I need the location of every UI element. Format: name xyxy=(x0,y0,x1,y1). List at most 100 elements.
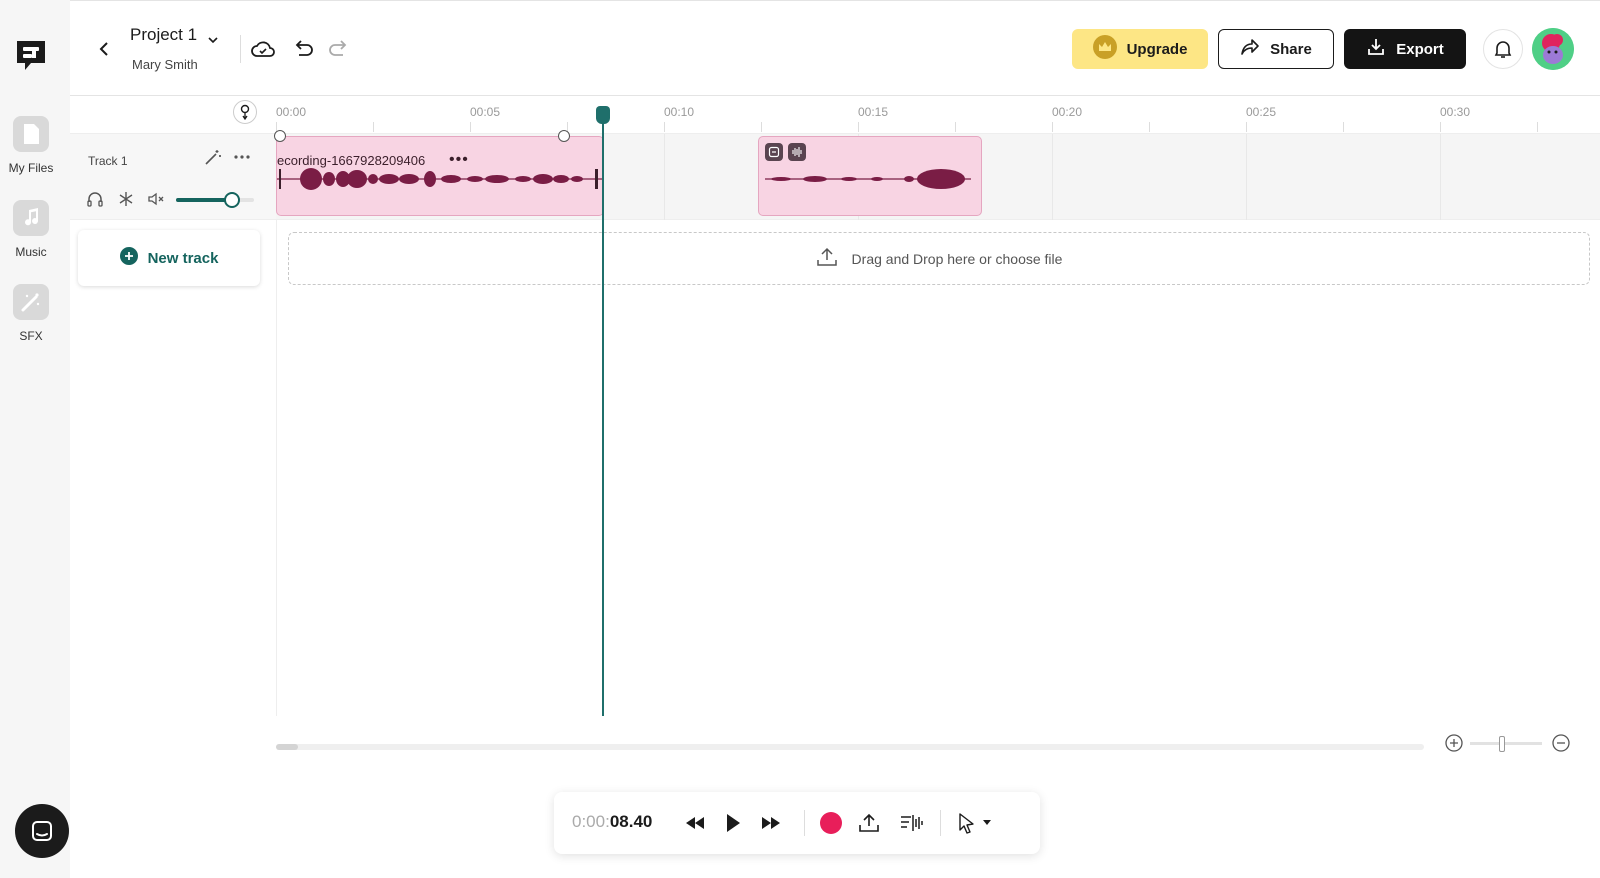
tick-label: 00:10 xyxy=(664,105,695,119)
cloud-save-icon[interactable] xyxy=(250,37,276,61)
tick-mark xyxy=(1343,122,1344,132)
time-value: 08.40 xyxy=(609,812,653,831)
tick-mark xyxy=(1440,122,1441,132)
fast-forward-button[interactable] xyxy=(758,810,784,836)
zoom-slider[interactable] xyxy=(1470,736,1542,752)
tick-mark xyxy=(1537,122,1538,132)
upgrade-label: Upgrade xyxy=(1126,40,1188,58)
file-dropzone[interactable]: Drag and Drop here or choose file xyxy=(288,232,1590,285)
tick-label: 00:05 xyxy=(470,105,501,119)
tick-label: 00:00 xyxy=(276,105,307,119)
rewind-button[interactable] xyxy=(682,810,708,836)
app-logo-icon[interactable] xyxy=(12,36,50,74)
tick-mark xyxy=(1149,122,1150,132)
snap-magnet-icon[interactable] xyxy=(233,100,257,124)
transport-bar: 0:00:08.40 xyxy=(554,792,1040,854)
sidebar-item-my-files[interactable]: My Files xyxy=(0,116,62,175)
tick-mark xyxy=(858,122,859,132)
headphones-icon[interactable] xyxy=(86,190,104,208)
magic-enhance-icon[interactable] xyxy=(204,148,222,166)
divider xyxy=(804,810,805,836)
track-name[interactable]: Track 1 xyxy=(88,154,128,168)
share-button[interactable]: Share xyxy=(1218,29,1334,69)
sidebar-item-sfx[interactable]: SFX xyxy=(0,284,62,343)
left-rail: My Files Music SFX xyxy=(0,0,70,878)
more-options-icon[interactable] xyxy=(233,148,251,166)
zoom-in-icon[interactable] xyxy=(1444,733,1464,753)
volume-knob[interactable] xyxy=(224,192,241,208)
chat-support-button[interactable] xyxy=(15,804,69,858)
new-track-label: New track xyxy=(147,249,219,267)
chevron-left-icon xyxy=(99,42,108,56)
zoom-out-icon[interactable] xyxy=(1551,733,1571,753)
track-lane[interactable]: ecording-1667928209406 ••• xyxy=(274,130,1600,220)
back-button[interactable] xyxy=(92,37,116,61)
user-avatar[interactable] xyxy=(1532,28,1574,70)
notifications-button[interactable] xyxy=(1483,29,1523,69)
tick-mark xyxy=(1052,122,1053,132)
new-track-button[interactable]: New track xyxy=(78,230,260,286)
tick-mark xyxy=(373,122,374,132)
caret-down-icon xyxy=(983,820,991,825)
mixer-button[interactable] xyxy=(898,810,924,836)
freeze-icon[interactable] xyxy=(117,190,135,208)
audio-clip[interactable] xyxy=(758,136,982,216)
tick-label: 00:20 xyxy=(1052,105,1083,119)
top-bar: Project 1 Mary Smith Upgrade Share Expor… xyxy=(70,0,1600,96)
playhead-line xyxy=(602,112,604,716)
export-label: Export xyxy=(1396,40,1444,58)
grid-line xyxy=(1440,134,1441,220)
tick-mark xyxy=(470,122,471,132)
tick-label: 00:30 xyxy=(1440,105,1471,119)
upload-icon xyxy=(816,247,838,270)
clip-waveform xyxy=(765,169,971,189)
record-icon xyxy=(820,812,842,834)
cursor-icon xyxy=(959,813,974,834)
audio-clip[interactable]: ecording-1667928209406 ••• xyxy=(276,136,604,216)
scrollbar-thumb[interactable] xyxy=(276,744,298,750)
divider xyxy=(240,35,241,63)
file-icon xyxy=(13,116,49,152)
tick-mark xyxy=(1246,122,1247,132)
magic-wand-icon xyxy=(13,284,49,320)
volume-slider[interactable] xyxy=(176,192,254,208)
track-header[interactable]: Track 1 xyxy=(70,134,276,220)
project-title[interactable]: Project 1 xyxy=(130,25,197,45)
music-note-icon xyxy=(13,200,49,236)
upload-icon xyxy=(859,813,879,832)
chevron-down-icon[interactable] xyxy=(206,33,220,47)
sidebar-item-music[interactable]: Music xyxy=(0,200,62,259)
fade-in-handle[interactable] xyxy=(274,130,286,142)
rewind-icon xyxy=(686,817,704,829)
sidebar-item-label: Music xyxy=(15,245,47,259)
playback-time: 0:00:08.40 xyxy=(572,812,652,832)
time-prefix: 0:00: xyxy=(572,812,610,831)
upgrade-button[interactable]: Upgrade xyxy=(1072,29,1208,69)
select-tool-button[interactable] xyxy=(954,810,980,836)
timeline-ruler[interactable]: 00:00 00:05 00:10 00:15 00:20 00:25 00:3… xyxy=(70,96,1600,134)
upload-button[interactable] xyxy=(856,810,882,836)
play-button[interactable] xyxy=(720,810,746,836)
sidebar-item-label: My Files xyxy=(8,161,54,175)
plus-circle-icon xyxy=(119,247,138,269)
divider xyxy=(940,810,941,836)
tick-label: 00:25 xyxy=(1246,105,1277,119)
tick-mark xyxy=(664,122,665,132)
grid-line xyxy=(664,134,665,220)
record-button[interactable] xyxy=(818,810,844,836)
mute-icon[interactable] xyxy=(147,190,165,208)
tool-dropdown-button[interactable] xyxy=(978,810,996,836)
redo-icon[interactable] xyxy=(326,37,352,61)
tick-mark xyxy=(761,122,762,132)
undo-icon[interactable] xyxy=(290,37,316,61)
download-icon xyxy=(1366,37,1386,61)
grid-line xyxy=(1246,134,1247,220)
zoom-knob[interactable] xyxy=(1499,736,1505,752)
bell-icon xyxy=(1494,41,1512,58)
fade-out-handle[interactable] xyxy=(558,130,570,142)
horizontal-scrollbar[interactable] xyxy=(276,744,1424,750)
playhead-handle[interactable] xyxy=(596,106,610,124)
dropzone-label: Drag and Drop here or choose file xyxy=(851,250,1063,267)
export-button[interactable]: Export xyxy=(1344,29,1466,69)
app-root: My Files Music SFX Project 1 Mary Smith … xyxy=(0,0,1600,878)
